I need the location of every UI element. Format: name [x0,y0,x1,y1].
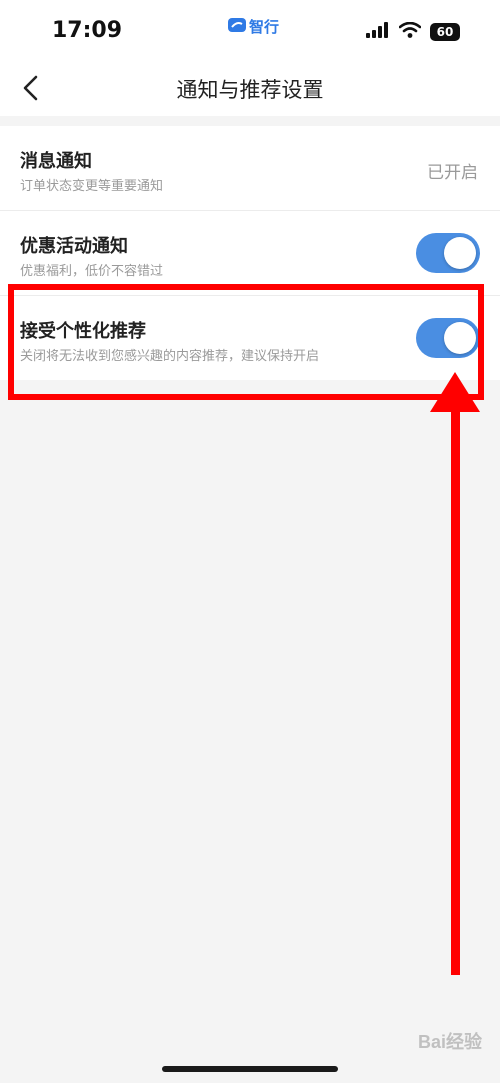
setting-personalized-recommendation: 接受个性化推荐 关闭将无法收到您感兴趣的内容推荐，建议保持开启 [0,296,500,380]
battery-icon: 60 [430,23,460,41]
setting-message-notification[interactable]: 消息通知 订单状态变更等重要通知 已开启 [0,126,500,211]
status-time: 17:09 [52,18,123,43]
setting-subtitle: 优惠福利，低价不容错过 [20,264,164,279]
promotion-toggle[interactable] [416,233,480,273]
status-bar: 17:09 智行 60 [0,0,500,62]
toggle-knob [444,322,476,354]
status-indicators: 60 [366,21,460,42]
setting-promotion-notification: 优惠活动通知 优惠福利，低价不容错过 [0,211,500,296]
setting-subtitle: 关闭将无法收到您感兴趣的内容推荐，建议保持开启 [20,349,320,364]
setting-subtitle: 订单状态变更等重要通知 [20,179,164,194]
home-indicator [162,1066,338,1072]
page-title: 通知与推荐设置 [176,78,324,102]
setting-title: 消息通知 [20,151,92,172]
annotation-arrow-shaft [451,405,460,975]
settings-list: 消息通知 订单状态变更等重要通知 已开启 优惠活动通知 优惠福利，低价不容错过 … [0,126,500,380]
setting-title: 接受个性化推荐 [20,321,146,342]
toggle-knob [444,237,476,269]
signal-icon [366,22,390,42]
watermark: Bai经验 [417,1032,482,1052]
status-app-name: 智行 [249,18,280,36]
status-app-indicator[interactable]: 智行 [228,16,279,37]
setting-status-value: 已开启 [427,163,478,183]
setting-title: 优惠活动通知 [20,236,128,257]
wifi-icon [398,21,422,42]
personalized-recommendation-toggle[interactable] [416,318,480,358]
nav-bar: 通知与推荐设置 [0,62,500,116]
app-logo-icon [228,17,246,36]
